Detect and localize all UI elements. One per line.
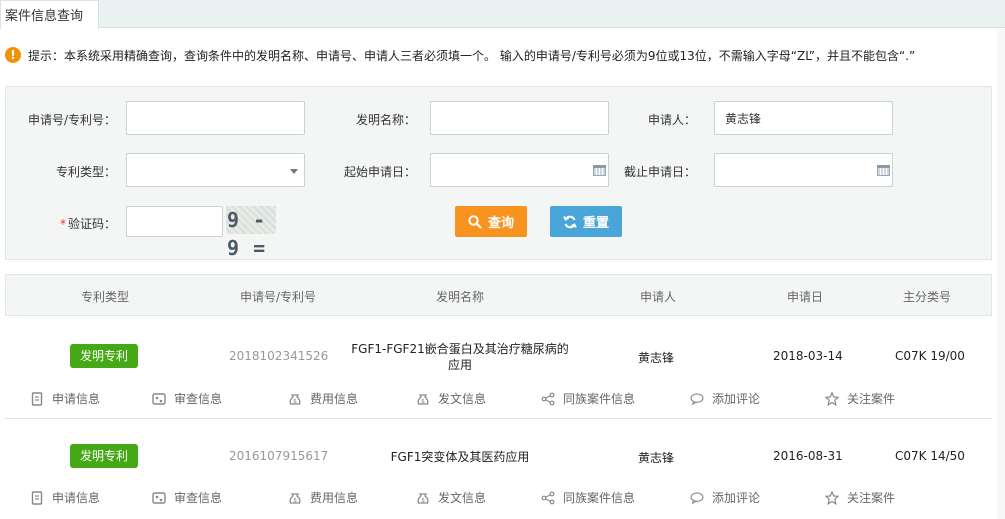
row-divider xyxy=(5,418,992,419)
table-row: 发明专利 2018102341526 FGF1-FGF21嵌合蛋白及其治疗糖尿病… xyxy=(5,338,992,418)
reset-button[interactable]: 重置 xyxy=(550,206,622,237)
row-actions: 申请信息 审查信息 $ 费用信息 $ 发文信息 同族案件信息 添加评论 关注案件 xyxy=(5,390,992,412)
search-panel: 申请号/专利号： 发明名称： 申请人： 专利类型： 起始申请日： 截止申请日： … xyxy=(5,86,992,260)
app-date: 2016-08-31 xyxy=(773,449,843,463)
svg-text:$: $ xyxy=(421,497,425,504)
main-class: C07K 14/50 xyxy=(895,449,965,463)
app-no-label: 申请号/专利号： xyxy=(27,113,116,127)
action-family-info[interactable]: 同族案件信息 xyxy=(541,489,635,506)
invention-title[interactable]: FGF1突变体及其医药应用 xyxy=(349,449,571,465)
invention-name-input[interactable] xyxy=(430,101,609,135)
tip-text: 提示：本系统采用精确查询，查询条件中的发明名称、申请号、申请人三者必须填一个。 … xyxy=(28,48,916,63)
examine-icon xyxy=(152,491,166,504)
tip-bar: ! 提示：本系统采用精确查询，查询条件中的发明名称、申请号、申请人三者必须填一个… xyxy=(5,46,915,64)
required-mark: * xyxy=(59,217,66,231)
action-family-info[interactable]: 同族案件信息 xyxy=(541,390,635,407)
captcha-label: * 验证码： xyxy=(6,215,116,232)
svg-text:$: $ xyxy=(421,398,425,405)
header-patent-type: 专利类型 xyxy=(81,290,130,304)
start-date-label: 起始申请日： xyxy=(343,165,416,179)
warning-icon: ! xyxy=(5,47,21,63)
app-no-input[interactable] xyxy=(126,101,305,135)
comment-icon xyxy=(690,491,704,504)
reset-button-label: 重置 xyxy=(582,216,609,231)
row-actions: 申请信息 审查信息 $ 费用信息 $ 发文信息 同族案件信息 添加评论 关注案件 xyxy=(5,489,992,511)
header-app-number: 申请号/专利号 xyxy=(240,290,317,304)
captcha-image[interactable]: 9 - 9 = xyxy=(226,206,276,260)
examine-icon xyxy=(152,392,166,405)
search-icon xyxy=(468,214,482,229)
invention-title[interactable]: FGF1-FGF21嵌合蛋白及其治疗糖尿病的应用 xyxy=(349,341,571,373)
action-examination-info[interactable]: 审查信息 xyxy=(152,390,222,407)
refresh-icon xyxy=(563,215,577,228)
patent-type-select[interactable] xyxy=(126,153,305,187)
money-bag-icon: $ xyxy=(417,492,429,504)
header-app-date: 申请日 xyxy=(787,290,824,304)
tab-strip: 案件信息查询 xyxy=(0,0,1005,29)
applicant-name: 黄志锋 xyxy=(638,351,675,365)
chevron-down-icon xyxy=(290,169,298,174)
action-follow-case[interactable]: 关注案件 xyxy=(825,489,895,506)
applicant-input[interactable] xyxy=(714,101,893,135)
table-row: 发明专利 2016107915617 FGF1突变体及其医药应用 黄志锋 201… xyxy=(5,439,992,519)
scrollbar[interactable] xyxy=(997,29,1005,519)
action-application-info[interactable]: 申请信息 xyxy=(30,390,100,407)
search-button[interactable]: 查询 xyxy=(455,206,527,237)
action-fee-info[interactable]: $ 费用信息 xyxy=(288,489,358,506)
header-applicant: 申请人 xyxy=(640,290,677,304)
action-follow-case[interactable]: 关注案件 xyxy=(825,390,895,407)
svg-text:$: $ xyxy=(293,398,297,405)
invention-name-label: 发明名称： xyxy=(355,113,416,127)
end-date-label: 截止申请日： xyxy=(623,165,696,179)
header-invention-name: 发明名称 xyxy=(436,290,485,304)
action-application-info[interactable]: 申请信息 xyxy=(30,489,100,506)
header-main-class: 主分类号 xyxy=(903,290,952,304)
app-number[interactable]: 2018102341526 xyxy=(229,349,328,363)
document-icon xyxy=(31,490,43,505)
case-query-page: 案件信息查询 ! 提示：本系统采用精确查询，查询条件中的发明名称、申请号、申请人… xyxy=(0,0,1005,519)
app-date: 2018-03-14 xyxy=(773,349,843,363)
applicant-name: 黄志锋 xyxy=(638,451,675,465)
app-number[interactable]: 2016107915617 xyxy=(229,449,328,463)
money-bag-icon: $ xyxy=(289,492,301,504)
applicant-label: 申请人： xyxy=(647,113,696,127)
money-bag-icon: $ xyxy=(417,393,429,405)
action-add-comment[interactable]: 添加评论 xyxy=(690,390,760,407)
end-date-input[interactable] xyxy=(714,153,893,187)
patent-type-badge: 发明专利 xyxy=(70,444,138,468)
action-notice-info[interactable]: $ 发文信息 xyxy=(416,390,486,407)
calendar-icon[interactable] xyxy=(877,165,890,176)
action-add-comment[interactable]: 添加评论 xyxy=(690,489,760,506)
action-fee-info[interactable]: $ 费用信息 xyxy=(288,390,358,407)
patent-type-label: 专利类型： xyxy=(55,165,116,179)
action-examination-info[interactable]: 审查信息 xyxy=(152,489,222,506)
document-icon xyxy=(31,391,43,406)
action-notice-info[interactable]: $ 发文信息 xyxy=(416,489,486,506)
patent-type-badge: 发明专利 xyxy=(70,344,138,368)
captcha-label-text: 验证码： xyxy=(67,217,116,231)
share-icon xyxy=(541,491,555,504)
star-icon xyxy=(825,391,839,406)
share-icon xyxy=(541,392,555,405)
money-bag-icon: $ xyxy=(289,393,301,405)
tab-case-query[interactable]: 案件信息查询 xyxy=(0,0,99,29)
main-class: C07K 19/00 xyxy=(895,349,965,363)
comment-icon xyxy=(690,392,704,405)
search-button-label: 查询 xyxy=(487,216,514,231)
captcha-input[interactable] xyxy=(126,206,223,237)
results-header: 专利类型 申请号/专利号 发明名称 申请人 申请日 主分类号 xyxy=(5,274,992,316)
star-icon xyxy=(825,490,839,505)
start-date-input[interactable] xyxy=(430,153,609,187)
svg-text:$: $ xyxy=(293,497,297,504)
